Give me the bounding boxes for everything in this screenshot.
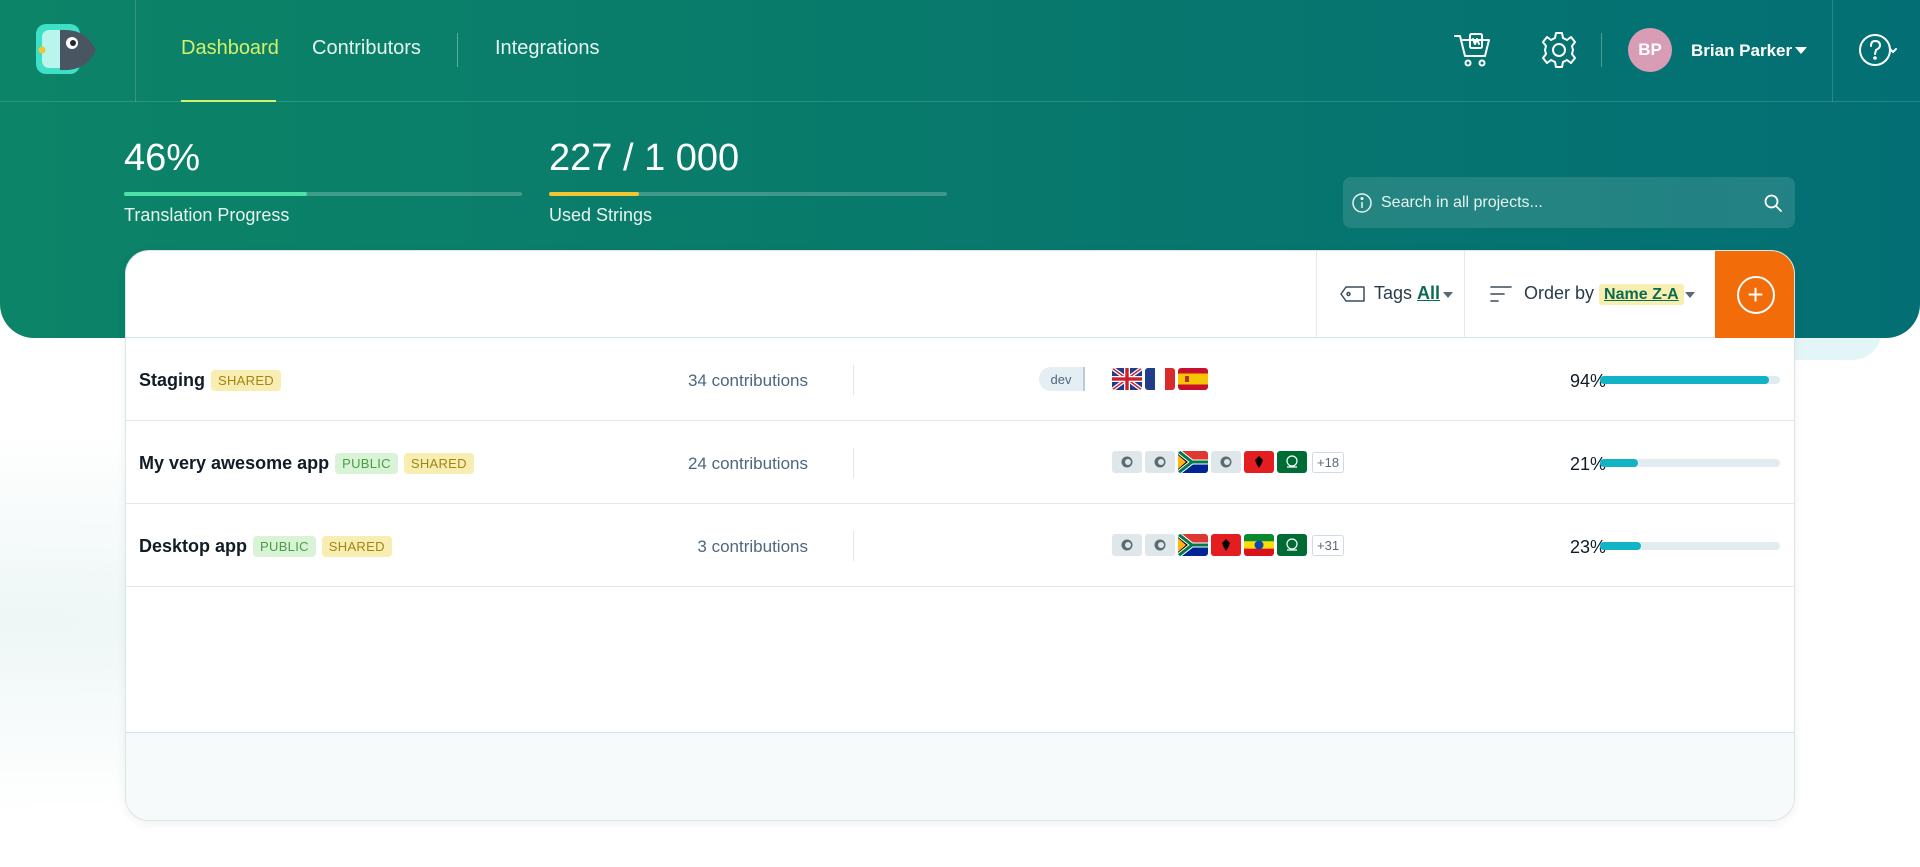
add-project-button[interactable]: + xyxy=(1715,251,1794,338)
app-logo[interactable] xyxy=(36,24,98,76)
info-icon xyxy=(1351,192,1373,214)
project-progress-percent: 21% xyxy=(1569,454,1606,474)
search-icon[interactable] xyxy=(1763,193,1783,213)
help-icon[interactable] xyxy=(1857,30,1897,70)
project-progress-bar xyxy=(1600,542,1780,550)
projects-toolbar: Tags All Order by Name Z-A + xyxy=(126,251,1794,338)
flag-al-icon xyxy=(1211,534,1241,556)
more-languages-badge[interactable]: +18 xyxy=(1312,451,1345,473)
flag-placeholder-icon xyxy=(1145,534,1175,556)
project-row[interactable]: Desktop app PUBLIC SHARED 3 contribution… xyxy=(126,505,1794,587)
flag-za-icon xyxy=(1178,534,1208,556)
tags-filter-value[interactable]: All xyxy=(1417,283,1440,303)
flag-et-icon xyxy=(1244,534,1274,556)
tag-icon[interactable] xyxy=(1340,285,1366,303)
shared-badge: SHARED xyxy=(211,370,281,391)
project-progress-percent: 23% xyxy=(1569,537,1606,557)
gear-icon[interactable] xyxy=(1539,30,1579,70)
shared-badge: SHARED xyxy=(403,453,474,474)
nav-integrations[interactable]: Integrations xyxy=(495,37,600,60)
project-name-text: Staging xyxy=(139,370,205,390)
public-badge: PUBLIC xyxy=(335,453,398,474)
order-chevron-down-icon[interactable] xyxy=(1685,292,1695,298)
project-progress-bar xyxy=(1600,459,1780,467)
more-languages-badge[interactable]: +31 xyxy=(1312,534,1345,556)
flag-za-icon xyxy=(1178,451,1208,473)
used-strings-value: 227 / 1 000 xyxy=(549,137,740,179)
user-menu-chevron-icon[interactable] xyxy=(1795,47,1807,54)
project-tag[interactable]: dev xyxy=(1039,367,1085,391)
project-row[interactable]: Staging SHARED 34 contributions dev 94% xyxy=(126,339,1794,421)
order-by-value[interactable]: Name Z-A xyxy=(1599,284,1684,305)
project-name-text: My very awesome app xyxy=(139,453,330,473)
project-languages xyxy=(1112,368,1208,390)
search-input[interactable] xyxy=(1373,177,1763,228)
contributions-count[interactable]: 3 contributions xyxy=(608,537,808,557)
user-name[interactable]: Brian Parker xyxy=(1691,41,1792,61)
used-strings-bar xyxy=(549,192,947,196)
project-progress-bar xyxy=(1600,376,1780,384)
flag-fr-icon xyxy=(1145,368,1175,390)
plus-icon: + xyxy=(1736,275,1775,314)
contributions-count[interactable]: 34 contributions xyxy=(608,371,808,391)
tags-filter[interactable]: Tags All xyxy=(1374,283,1440,304)
nav-dashboard[interactable]: Dashboard xyxy=(181,37,279,60)
nav-contributors[interactable]: Contributors xyxy=(312,37,421,60)
project-languages: +18 xyxy=(1112,451,1345,473)
shared-badge: SHARED xyxy=(321,536,392,557)
contributions-count[interactable]: 24 contributions xyxy=(608,454,808,474)
project-search[interactable] xyxy=(1343,177,1795,228)
tags-chevron-down-icon[interactable] xyxy=(1443,292,1453,298)
project-row[interactable]: My very awesome app PUBLIC SHARED 24 con… xyxy=(126,422,1794,504)
flag-gb-icon xyxy=(1112,368,1142,390)
flag-placeholder-icon xyxy=(1145,451,1175,473)
card-footer xyxy=(126,732,1794,820)
flag-placeholder-icon xyxy=(1112,451,1142,473)
flag-al-icon xyxy=(1244,451,1274,473)
user-avatar[interactable]: BP xyxy=(1628,28,1672,72)
flag-sa-icon xyxy=(1277,534,1307,556)
flag-placeholder-icon xyxy=(1211,451,1241,473)
used-strings-label: Used Strings xyxy=(549,205,653,225)
translation-progress-bar xyxy=(124,192,522,196)
project-name-text: Desktop app xyxy=(139,536,248,556)
projects-card: Tags All Order by Name Z-A + Staging SHA… xyxy=(125,250,1795,821)
project-progress-percent: 94% xyxy=(1569,371,1606,391)
translation-progress-label: Translation Progress xyxy=(124,205,290,225)
nav-active-indicator xyxy=(181,100,276,102)
project-languages: +31 xyxy=(1112,534,1345,556)
flag-placeholder-icon xyxy=(1112,534,1142,556)
top-navigation: Dashboard Contributors Integrations BP B… xyxy=(0,0,1920,102)
project-name[interactable]: My very awesome app PUBLIC SHARED xyxy=(139,453,474,474)
tags-filter-label: Tags xyxy=(1374,283,1413,303)
flag-es-icon xyxy=(1178,368,1208,390)
order-by-filter[interactable]: Order by Name Z-A xyxy=(1524,283,1684,305)
project-name[interactable]: Staging SHARED xyxy=(139,370,281,391)
flag-sa-icon xyxy=(1277,451,1307,473)
cart-icon[interactable] xyxy=(1453,30,1493,70)
translation-progress-value: 46% xyxy=(124,137,201,179)
public-badge: PUBLIC xyxy=(253,536,316,557)
order-by-label: Order by xyxy=(1524,283,1595,303)
sort-icon[interactable] xyxy=(1489,284,1513,304)
project-name[interactable]: Desktop app PUBLIC SHARED xyxy=(139,536,392,557)
